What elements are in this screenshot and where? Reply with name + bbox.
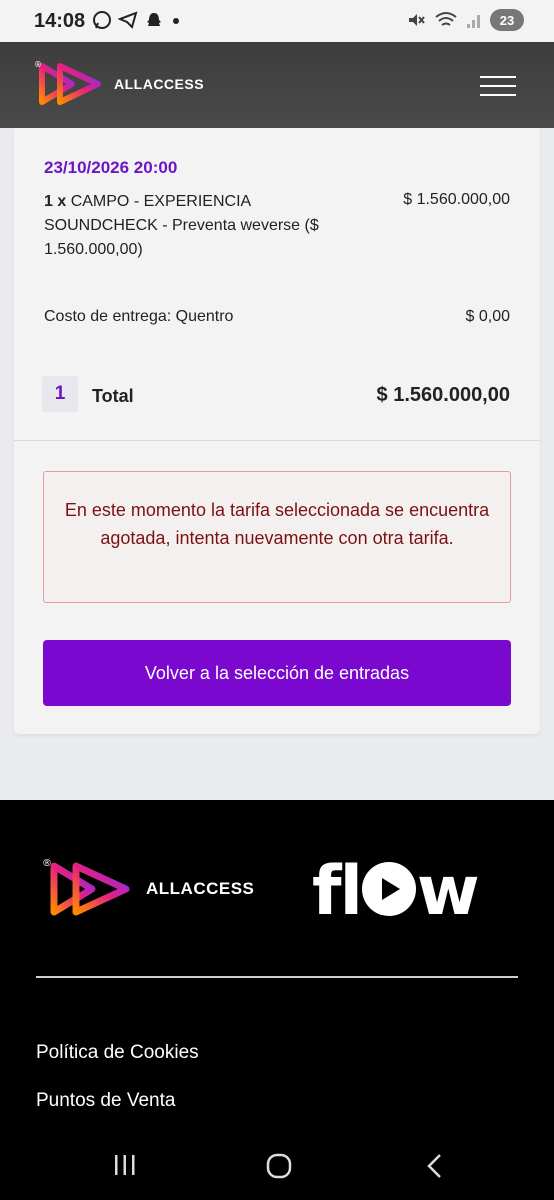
order-summary-card: 23/10/2026 20:00 1 x CAMPO - EXPERIENCIA… [14, 128, 540, 734]
signal-icon [467, 15, 480, 28]
site-header: ® ALLACCESS [0, 42, 554, 128]
play-icon [361, 862, 416, 916]
back-to-tickets-button[interactable]: Volver a la selección de entradas [43, 640, 511, 706]
total-value: $ 1.560.000,00 [376, 384, 510, 406]
quantity-badge: 1 [42, 376, 78, 412]
brand-name: ALLACCESS [114, 76, 205, 92]
delivery-cost-label: Costo de entrega: Quentro [44, 308, 234, 325]
menu-icon-bar [480, 94, 516, 96]
dot-icon [173, 18, 179, 24]
total-label: Total [92, 386, 134, 406]
back-icon[interactable] [422, 1152, 448, 1180]
allaccess-logo-mark: ® [42, 858, 130, 916]
system-icons: 23 [406, 9, 524, 31]
menu-icon-bar [480, 76, 516, 78]
points-of-sale-link[interactable]: Puntos de Venta [36, 1090, 175, 1112]
status-time: 14:08 [34, 10, 86, 32]
menu-icon-bar [480, 85, 516, 87]
svg-text:®: ® [42, 858, 52, 869]
allaccess-logo-mark: ® [34, 60, 101, 105]
flow-logo-text: fl [312, 852, 363, 931]
footer-allaccess-logo[interactable]: ® ALLACCESS [40, 856, 254, 922]
ticket-qty: 1 x [44, 193, 67, 210]
svg-text:®: ® [34, 60, 42, 69]
status-bar: 14:08 23 [0, 0, 554, 42]
system-nav-bar [0, 1130, 554, 1200]
wifi-icon [435, 12, 457, 26]
ticket-item: 1 x CAMPO - EXPERIENCIA SOUNDCHECK - Pre… [44, 190, 364, 262]
snapchat-icon [147, 13, 161, 26]
cookies-policy-link[interactable]: Política de Cookies [36, 1042, 199, 1064]
menu-button[interactable] [480, 76, 516, 96]
delivery-cost-value: $ 0,00 [465, 308, 510, 325]
divider [14, 440, 540, 441]
allaccess-logo[interactable]: ® ALLACCESS [32, 58, 204, 110]
flow-logo-text: w [416, 852, 480, 931]
mute-icon [409, 14, 425, 26]
flow-logo[interactable]: fl w [312, 852, 480, 931]
footer-divider [36, 976, 518, 978]
battery-indicator: 23 [490, 9, 524, 31]
event-date: 23/10/2026 20:00 [44, 158, 178, 177]
home-icon[interactable] [265, 1152, 293, 1180]
recent-apps-icon[interactable] [112, 1152, 138, 1178]
site-footer: ® ALLACCESS fl w Política de Cookies Punt… [0, 800, 554, 1130]
ticket-description: CAMPO - EXPERIENCIA SOUNDCHECK - Prevent… [44, 193, 319, 258]
notification-icons [92, 10, 182, 30]
footer-brand-name: ALLACCESS [146, 879, 255, 898]
telegram-icon [118, 11, 138, 29]
whatsapp-icon [93, 11, 111, 29]
ticket-price: $ 1.560.000,00 [403, 191, 510, 208]
sold-out-alert: En este momento la tarifa seleccionada s… [43, 471, 511, 603]
